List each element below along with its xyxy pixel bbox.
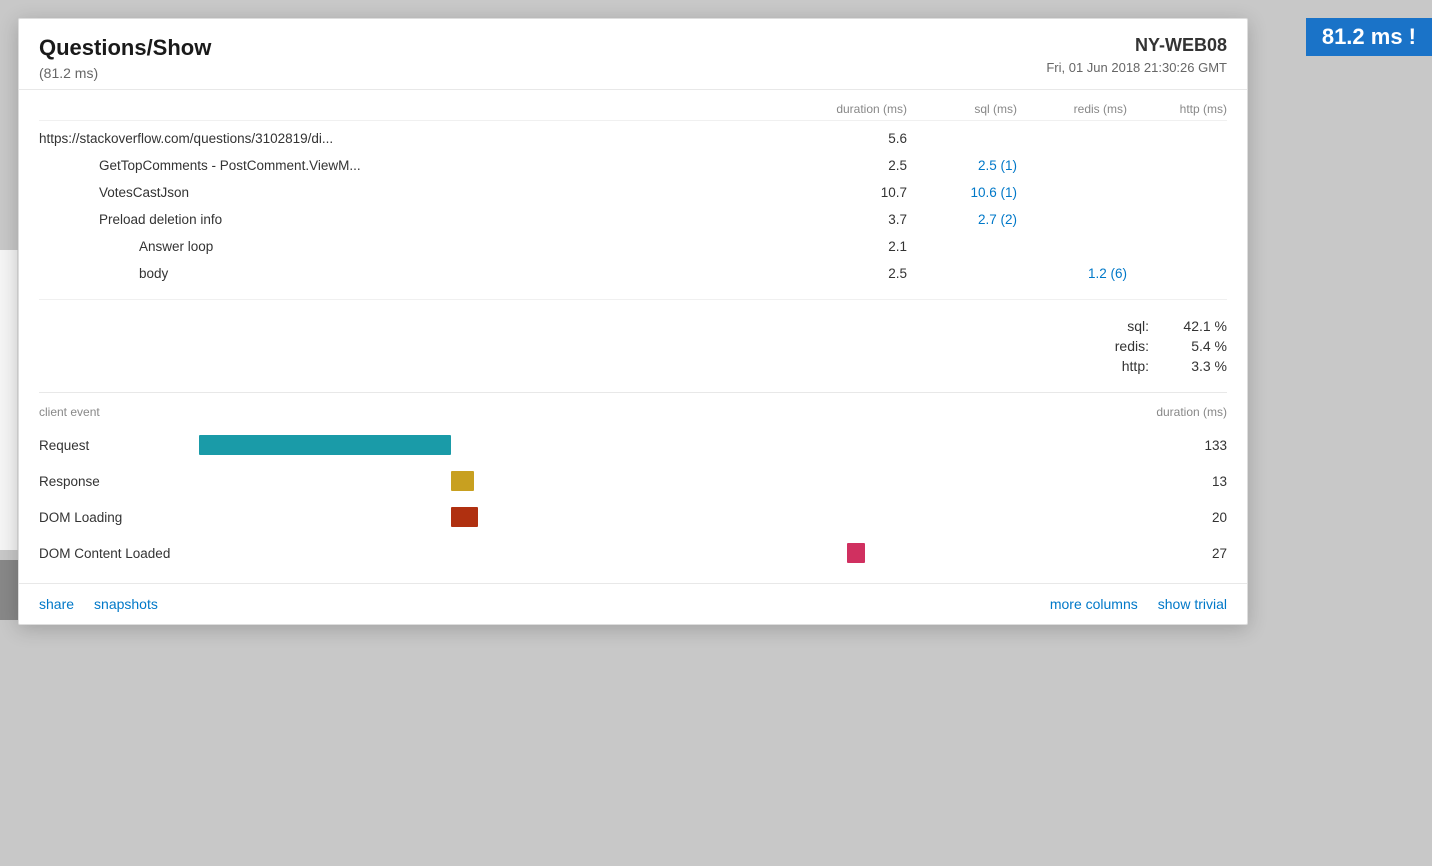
client-event-name: Request bbox=[39, 438, 199, 453]
timeline-area bbox=[199, 541, 1167, 565]
client-row: Response 13 bbox=[39, 463, 1227, 499]
page-title: Questions/Show bbox=[39, 35, 211, 61]
footer-link-show-trivial[interactable]: show trivial bbox=[1158, 596, 1227, 612]
timeline-area bbox=[199, 505, 1167, 529]
footer-right: more columns show trivial bbox=[1050, 596, 1227, 612]
client-duration-label: duration (ms) bbox=[1156, 405, 1227, 419]
table-row: GetTopComments - PostComment.ViewM... 2.… bbox=[39, 152, 1227, 179]
table-row: VotesCastJson 10.7 10.6 (1) bbox=[39, 179, 1227, 206]
background-left-edge bbox=[0, 250, 18, 550]
row-duration: 2.1 bbox=[797, 239, 907, 254]
summary-label: http: bbox=[1099, 358, 1149, 374]
summary-value: 42.1 % bbox=[1157, 318, 1227, 334]
footer-link-more-columns[interactable]: more columns bbox=[1050, 596, 1138, 612]
row-redis: 1.2 (6) bbox=[1017, 266, 1127, 281]
server-name: NY-WEB08 bbox=[1046, 35, 1227, 56]
summary-label: redis: bbox=[1099, 338, 1149, 354]
client-row: DOM Content Loaded 27 bbox=[39, 535, 1227, 571]
row-label: VotesCastJson bbox=[39, 185, 797, 200]
table-row: body 2.5 1.2 (6) bbox=[39, 260, 1227, 287]
row-sql: 10.6 (1) bbox=[907, 185, 1017, 200]
col-header-sql: sql (ms) bbox=[907, 102, 1017, 116]
client-event-name: DOM Content Loaded bbox=[39, 546, 199, 561]
row-sql: 2.5 (1) bbox=[907, 158, 1017, 173]
timeline-area bbox=[199, 433, 1167, 457]
columns-header: duration (ms) sql (ms) redis (ms) http (… bbox=[39, 90, 1227, 121]
divider bbox=[39, 299, 1227, 300]
row-sql: 2.7 (2) bbox=[907, 212, 1017, 227]
col-header-redis: redis (ms) bbox=[1017, 102, 1127, 116]
client-duration: 20 bbox=[1167, 510, 1227, 525]
summary-value: 3.3 % bbox=[1157, 358, 1227, 374]
timestamp: Fri, 01 Jun 2018 21:30:26 GMT bbox=[1046, 60, 1227, 75]
background-avatar bbox=[0, 560, 18, 620]
panel-body: duration (ms) sql (ms) redis (ms) http (… bbox=[19, 90, 1247, 583]
header-right: NY-WEB08 Fri, 01 Jun 2018 21:30:26 GMT bbox=[1046, 35, 1227, 75]
summary-row: http: 3.3 % bbox=[1099, 356, 1227, 376]
footer-left: share snapshots bbox=[39, 596, 158, 612]
row-duration: 3.7 bbox=[797, 212, 907, 227]
summary-value: 5.4 % bbox=[1157, 338, 1227, 354]
client-event-label: client event bbox=[39, 405, 100, 419]
table-row: Preload deletion info 3.7 2.7 (2) bbox=[39, 206, 1227, 233]
panel-footer: share snapshots more columns show trivial bbox=[19, 583, 1247, 624]
performance-panel: Questions/Show (81.2 ms) NY-WEB08 Fri, 0… bbox=[18, 18, 1248, 625]
client-event-name: Response bbox=[39, 474, 199, 489]
col-header-duration: duration (ms) bbox=[797, 102, 907, 116]
table-row: https://stackoverflow.com/questions/3102… bbox=[39, 125, 1227, 152]
timeline-bar bbox=[199, 435, 451, 455]
client-header: client event duration (ms) bbox=[39, 405, 1227, 427]
client-duration: 133 bbox=[1167, 438, 1227, 453]
performance-badge: 81.2 ms ! bbox=[1306, 18, 1432, 56]
summary-row: sql: 42.1 % bbox=[1099, 316, 1227, 336]
footer-link-share[interactable]: share bbox=[39, 596, 74, 612]
timeline-bar bbox=[847, 543, 865, 563]
client-duration: 13 bbox=[1167, 474, 1227, 489]
client-row: DOM Loading 20 bbox=[39, 499, 1227, 535]
row-label: body bbox=[39, 266, 797, 281]
summary-section: sql: 42.1 % redis: 5.4 % http: 3.3 % bbox=[39, 308, 1227, 392]
row-duration: 2.5 bbox=[797, 158, 907, 173]
row-label: Answer loop bbox=[39, 239, 797, 254]
client-row: Request 133 bbox=[39, 427, 1227, 463]
client-duration: 27 bbox=[1167, 546, 1227, 561]
col-header-http: http (ms) bbox=[1127, 102, 1227, 116]
row-duration: 2.5 bbox=[797, 266, 907, 281]
row-duration: 5.6 bbox=[797, 131, 907, 146]
panel-header: Questions/Show (81.2 ms) NY-WEB08 Fri, 0… bbox=[19, 19, 1247, 90]
client-rows: Request 133 Response 13 DOM Loading 20 D… bbox=[39, 427, 1227, 571]
client-section: client event duration (ms) Request 133 R… bbox=[39, 392, 1227, 583]
row-label: Preload deletion info bbox=[39, 212, 797, 227]
summary-row: redis: 5.4 % bbox=[1099, 336, 1227, 356]
client-event-name: DOM Loading bbox=[39, 510, 199, 525]
data-rows: https://stackoverflow.com/questions/3102… bbox=[39, 121, 1227, 291]
row-duration: 10.7 bbox=[797, 185, 907, 200]
row-label: GetTopComments - PostComment.ViewM... bbox=[39, 158, 797, 173]
timeline-bar bbox=[451, 507, 478, 527]
timeline-bar bbox=[451, 471, 474, 491]
timeline-area bbox=[199, 469, 1167, 493]
row-label: https://stackoverflow.com/questions/3102… bbox=[39, 131, 797, 146]
header-row: Questions/Show (81.2 ms) NY-WEB08 Fri, 0… bbox=[39, 35, 1227, 81]
table-row: Answer loop 2.1 bbox=[39, 233, 1227, 260]
footer-link-snapshots[interactable]: snapshots bbox=[94, 596, 158, 612]
summary-label: sql: bbox=[1099, 318, 1149, 334]
page-subtitle: (81.2 ms) bbox=[39, 65, 211, 81]
header-left: Questions/Show (81.2 ms) bbox=[39, 35, 211, 81]
